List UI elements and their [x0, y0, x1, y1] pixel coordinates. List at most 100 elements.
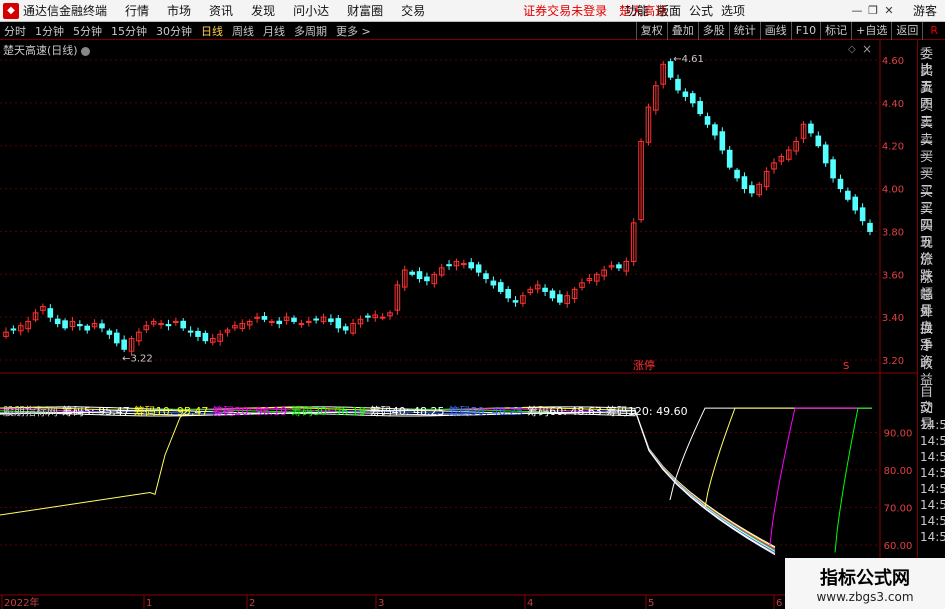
low-price-label: ←3.22: [122, 354, 153, 365]
period-tick[interactable]: 分时: [4, 23, 26, 39]
candle-body: [490, 280, 497, 286]
overlay-button[interactable]: 叠加: [666, 21, 698, 40]
menu-market[interactable]: 市场: [167, 2, 191, 19]
candle-body: [867, 222, 873, 232]
legend-chip5: 筹码5: 95.47: [62, 405, 130, 418]
xaxis-label: 4: [527, 598, 533, 609]
trade-login-notice[interactable]: 证券交易未登录: [523, 2, 607, 19]
candle-body: [261, 316, 268, 320]
candle-body: [10, 328, 17, 331]
xaxis-label: 5: [648, 598, 654, 609]
chip-line: [0, 406, 776, 548]
add-watchlist-button[interactable]: +自选: [851, 21, 891, 40]
candle-body: [99, 323, 105, 329]
candle-body: [808, 123, 814, 134]
candle-body: [379, 316, 386, 319]
chip-line: [0, 409, 776, 551]
chip-line: [0, 409, 776, 556]
candle-body: [77, 324, 83, 327]
candle-body: [616, 264, 622, 269]
period-monthly[interactable]: 月线: [263, 23, 285, 39]
menu-news[interactable]: 资讯: [209, 2, 233, 19]
candle-body: [719, 131, 726, 151]
candle-body: [682, 91, 689, 97]
trade-tick-5: 14:56: [920, 466, 945, 480]
period-30min[interactable]: 30分钟: [156, 23, 192, 39]
kline-chart[interactable]: 4.60 4.40 4.20 4.00 3.80 3.60 3.40 3.20 ←4.61 ←3.…: [0, 40, 917, 609]
restore-icon[interactable]: ❐: [865, 4, 881, 17]
chip-line: [0, 409, 776, 555]
app-logo-icon: ◆: [3, 2, 19, 19]
stats-button[interactable]: 统计: [728, 21, 760, 40]
price-tick-label: 4.20: [882, 142, 904, 153]
candle-body: [468, 262, 475, 269]
candle-body: [542, 287, 548, 292]
limit-up-badge: 涨停: [633, 358, 655, 372]
candle-body: [62, 320, 68, 329]
signal-badge: S: [843, 361, 849, 372]
xaxis-label: 1: [146, 598, 152, 609]
draw-button[interactable]: 画线: [759, 21, 791, 40]
mark-button[interactable]: 标记: [820, 21, 851, 40]
watermark-url: www.zbgs3.com: [816, 590, 914, 604]
candle-body: [830, 159, 836, 179]
period-daily[interactable]: 日线: [201, 23, 223, 39]
quote-sidebar: 委比 卖五 卖四 卖三 卖二 卖一 买一 买二 买三 买四 买五 现价 涨跌 涨幅 总量 外盘 换手 净资 收益 自…: [917, 40, 945, 609]
price-tick-label: 4.40: [882, 99, 904, 110]
candle-body: [734, 169, 740, 179]
minimize-icon[interactable]: —: [849, 4, 865, 17]
chip-line: [0, 407, 776, 549]
candle-body: [113, 332, 120, 344]
candle-body: [365, 315, 371, 318]
candle-body: [712, 124, 718, 136]
close-icon[interactable]: ✕: [881, 4, 897, 17]
candle-body: [549, 290, 556, 299]
candle-body: [121, 339, 127, 350]
menu-formula[interactable]: 公式: [689, 2, 713, 19]
chip20-recover: [769, 407, 872, 546]
menu-quotes[interactable]: 行情: [125, 2, 149, 19]
price-tick-label: 4.00: [882, 185, 904, 196]
period-5min[interactable]: 5分钟: [73, 23, 102, 39]
period-15min[interactable]: 15分钟: [111, 23, 147, 39]
indicator-name[interactable]: 股朋指标网: [3, 403, 58, 419]
menu-discover[interactable]: 发现: [251, 2, 275, 19]
candle-body: [815, 135, 822, 147]
candle-body: [335, 318, 342, 329]
multi-stock-button[interactable]: 多股: [697, 21, 729, 40]
candle-body: [704, 116, 711, 125]
quote-field-18: 收益: [920, 356, 934, 388]
trade-tick-3: 14:56: [920, 434, 945, 448]
menu-bar: ◆ 通达信金融终端 行情 市场 资讯 发现 问小达 财富圈 交易 证券交易未登录…: [0, 0, 945, 22]
indicator-tick-label: 70.00: [884, 504, 913, 515]
indicator-tick-label: 90.00: [884, 429, 913, 440]
candle-body: [106, 330, 113, 335]
period-multi[interactable]: 多周期: [294, 23, 327, 39]
candle-body: [675, 78, 681, 91]
chip5-recover: [669, 407, 872, 501]
menu-layout[interactable]: 版面: [657, 2, 681, 19]
f10-button[interactable]: F10: [790, 21, 820, 40]
candle-body: [859, 207, 866, 222]
period-more[interactable]: 更多 >: [336, 23, 371, 39]
candle-body: [165, 324, 172, 327]
menu-options[interactable]: 选项: [721, 2, 745, 19]
price-tick-label: 3.60: [882, 270, 904, 281]
menu-wealth[interactable]: 财富圈: [347, 2, 383, 19]
high-price-label: ←4.61: [673, 54, 704, 65]
menu-function[interactable]: 功能: [625, 2, 649, 19]
xaxis-label: 2: [249, 598, 255, 609]
period-weekly[interactable]: 周线: [232, 23, 254, 39]
adjust-button[interactable]: 复权: [635, 21, 667, 40]
legend-chip60: 筹码60: 48.63: [527, 405, 602, 418]
menu-ask[interactable]: 问小达: [293, 2, 329, 19]
guest-label[interactable]: 游客: [913, 2, 937, 19]
menu-trade[interactable]: 交易: [401, 2, 425, 19]
candle-body: [195, 330, 201, 337]
chip30-recover: [834, 407, 872, 553]
candle-body: [202, 332, 209, 342]
back-button[interactable]: 返回: [891, 21, 922, 40]
xaxis-label: 2022年: [4, 596, 39, 609]
period-1min[interactable]: 1分钟: [35, 23, 64, 39]
candle-body: [483, 273, 489, 280]
